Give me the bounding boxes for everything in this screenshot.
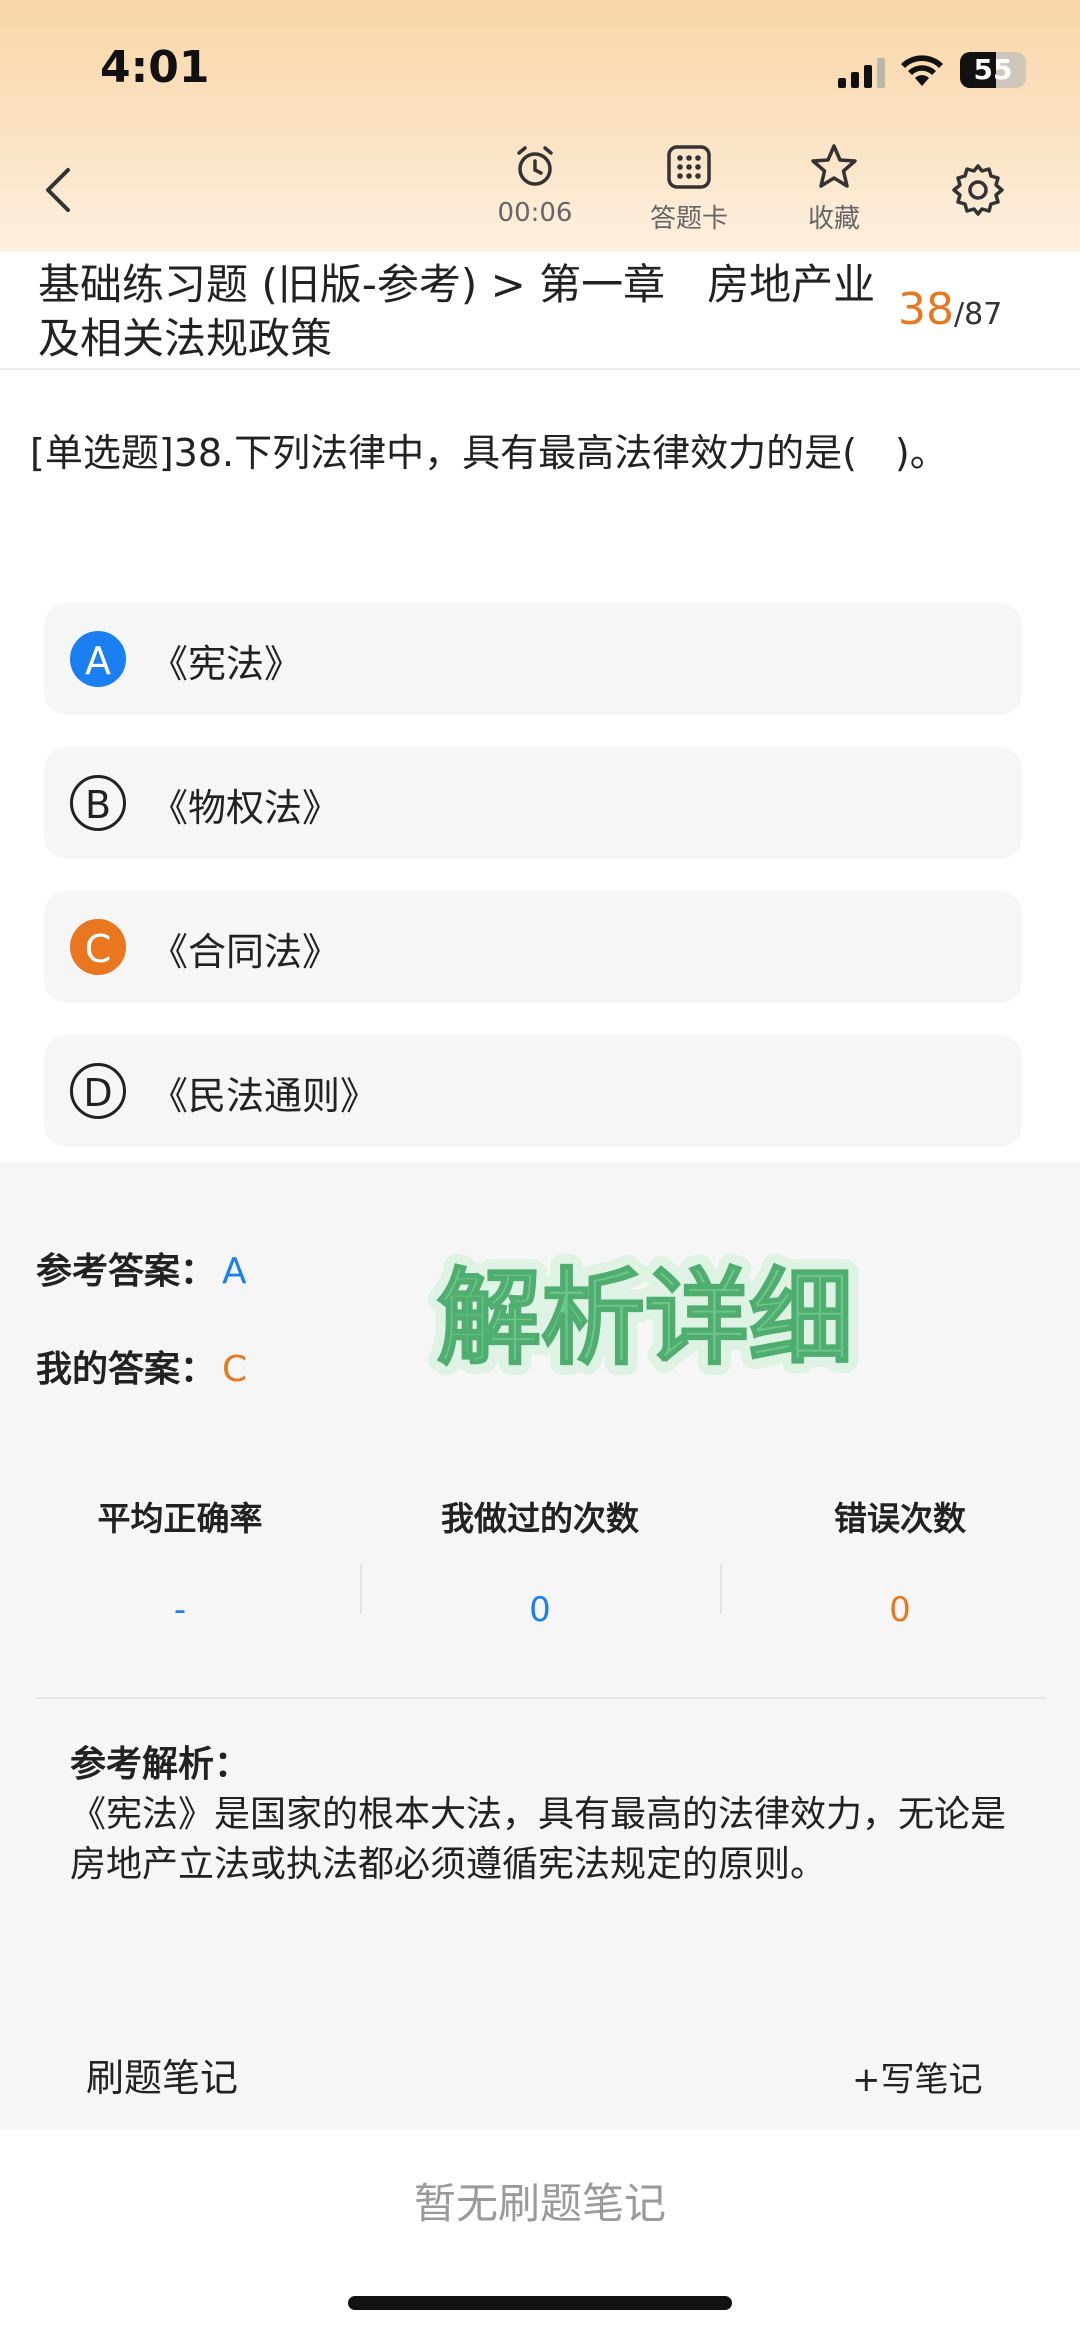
answer-card-label: 答题卡 — [649, 204, 728, 234]
favorite-label: 收藏 — [807, 204, 860, 234]
analysis-heading: 参考解析： — [70, 1744, 251, 1785]
grid-icon — [667, 145, 711, 189]
divider — [36, 1697, 1046, 1699]
my-answer-label: 我的答案： — [36, 1349, 217, 1390]
stat-attempt-count: 我做过的次数 0 — [360, 1492, 720, 1630]
stat-title: 平均正确率 — [97, 1499, 263, 1538]
total-question-count: /87 — [954, 297, 1003, 332]
current-question-number: 38 — [898, 284, 954, 335]
my-answer-value: C — [222, 1349, 248, 1390]
option-c-badge: C — [70, 919, 126, 975]
answer-card-button[interactable]: 答题卡 — [629, 142, 749, 242]
stat-title: 错误次数 — [834, 1499, 966, 1538]
reference-analysis: 参考解析： 《宪法》是国家的根本大法，具有最高的法律效力，无论是房地产立法或执法… — [70, 1740, 1020, 1890]
option-d-text: 《民法通则》 — [150, 1074, 379, 1118]
option-c-text: 《合同法》 — [150, 930, 341, 974]
stat-average-accuracy: 平均正确率 - — [0, 1492, 360, 1630]
timer-button[interactable]: 00:06 — [475, 142, 595, 242]
question-text: [单选题]38.下列法律中，具有最高法律效力的是( )。 — [30, 431, 948, 475]
favorite-button[interactable]: 收藏 — [774, 142, 894, 242]
write-note-button[interactable]: +写笔记 — [852, 2052, 983, 2101]
reference-answer-row: 参考答案： A — [36, 1242, 247, 1294]
option-b[interactable]: B 《物权法》 — [44, 747, 1022, 859]
analysis-detail-sticker: 解析详细 解析详细 — [426, 1252, 864, 1382]
star-icon — [811, 144, 857, 188]
stat-value: 0 — [889, 1590, 911, 1630]
my-answer-row: 我的答案： C — [36, 1340, 247, 1392]
stat-error-count: 错误次数 0 — [720, 1492, 1080, 1630]
empty-notes-message: 暂无刷题笔记 — [413, 2179, 666, 2228]
reference-answer-value: A — [222, 1251, 247, 1292]
answer-panel: 参考答案： A 我的答案： C 解析详细 解析详细 平均正确率 - 我做过的次数 0… — [0, 1162, 1080, 2130]
status-time: 4:01 — [100, 42, 210, 93]
option-b-badge: B — [70, 775, 126, 831]
battery-icon: 55 — [960, 52, 1026, 88]
option-c[interactable]: C 《合同法》 — [44, 891, 1022, 1003]
option-a-text: 《宪法》 — [150, 642, 303, 686]
option-b-text: 《物权法》 — [150, 786, 341, 830]
stat-title: 我做过的次数 — [441, 1499, 639, 1538]
home-indicator[interactable] — [348, 2296, 732, 2310]
status-bar: 4:01 55 — [0, 0, 1080, 130]
option-d-badge: D — [70, 1063, 126, 1119]
reference-answer-label: 参考答案： — [36, 1251, 217, 1292]
analysis-body: 《宪法》是国家的根本大法，具有最高的法律效力，无论是房地产立法或执法都必须遵循宪… — [70, 1794, 1007, 1885]
breadcrumb: 基础练习题 (旧版-参考) > 第一章 房地产业及相关法规政策 — [38, 260, 876, 363]
cellular-signal-icon — [838, 58, 885, 88]
option-a[interactable]: A 《宪法》 — [44, 603, 1022, 715]
breadcrumb-bar: 基础练习题 (旧版-参考) > 第一章 房地产业及相关法规政策 38/87 — [0, 252, 1080, 370]
statistics-row: 平均正确率 - 我做过的次数 0 错误次数 0 — [0, 1492, 1080, 1672]
option-a-badge: A — [70, 631, 126, 687]
notes-section-title: 刷题笔记 — [86, 2056, 239, 2100]
stat-value: 0 — [529, 1590, 551, 1630]
alarm-clock-icon — [517, 146, 553, 186]
battery-level: 55 — [973, 53, 1013, 86]
timer-label: 00:06 — [497, 198, 573, 228]
wifi-icon — [901, 55, 943, 86]
gear-icon[interactable] — [948, 160, 1008, 220]
back-chevron-icon[interactable] — [30, 160, 90, 220]
option-d[interactable]: D 《民法通则》 — [44, 1035, 1022, 1147]
sticker-text: 解析详细 — [437, 1257, 853, 1379]
stat-value: - — [173, 1590, 187, 1630]
question-progress: 38/87 — [898, 284, 1002, 335]
